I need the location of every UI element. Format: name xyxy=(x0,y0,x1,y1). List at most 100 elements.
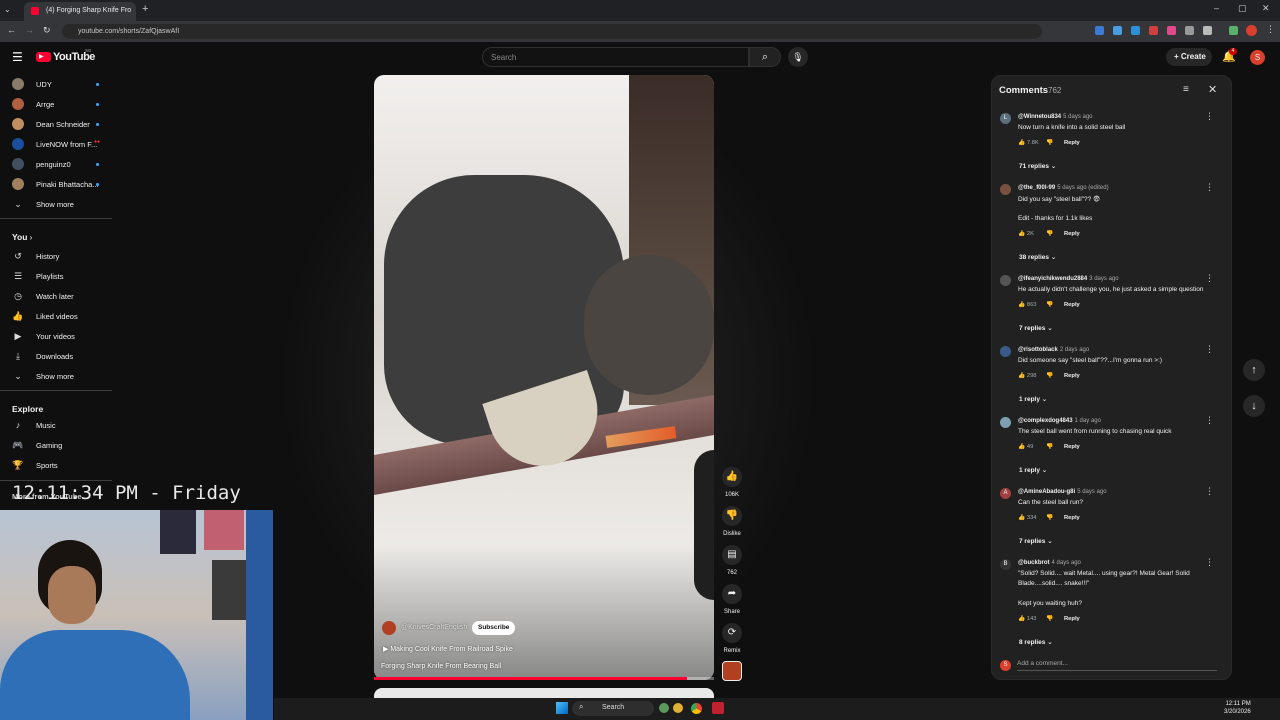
account-avatar[interactable]: S xyxy=(1250,50,1265,65)
dislike-button[interactable]: 👎 xyxy=(1046,140,1064,146)
reply-button[interactable]: Reply xyxy=(1064,373,1080,379)
sidebar-item-your-videos[interactable]: ▶ Your videos xyxy=(0,326,112,346)
sidebar-item-gaming[interactable]: 🎮 Gaming xyxy=(0,435,112,455)
reload-icon[interactable]: ↻ xyxy=(43,25,51,36)
comment-author[interactable]: @complexdog4843 1 day ago xyxy=(1018,418,1101,424)
puzzle-icon[interactable] xyxy=(1203,26,1212,35)
view-replies-button[interactable]: 1 reply ⌄ xyxy=(1019,395,1047,403)
comments-button[interactable]: ▤ xyxy=(722,545,742,565)
sidebar-item-music[interactable]: ♪ Music xyxy=(0,415,112,435)
menu-icon[interactable]: ⋮ xyxy=(1266,24,1275,35)
sidebar-item-history[interactable]: ↺ History xyxy=(0,246,112,266)
sidebar-item-subscription[interactable]: Pinaki Bhattacha... xyxy=(0,174,112,194)
more-options-icon[interactable]: ⋮ xyxy=(1205,557,1214,568)
search-input[interactable]: Search xyxy=(482,47,749,67)
extension-icon[interactable] xyxy=(1131,26,1140,35)
dislike-button[interactable]: 👎 xyxy=(1046,515,1064,521)
sidebar-item-downloads[interactable]: ⤓ Downloads xyxy=(0,346,112,366)
sidebar-item-playlists[interactable]: ☰ Playlists xyxy=(0,266,112,286)
dislike-button[interactable]: 👎 xyxy=(722,506,742,526)
more-options-icon[interactable]: ⋮ xyxy=(1205,415,1214,426)
sidebar-item-subscription[interactable]: Arrge xyxy=(0,94,112,114)
like-button[interactable]: 👍 334 xyxy=(1018,515,1046,521)
show-more-button[interactable]: ⌄ Show more xyxy=(0,366,112,386)
extension-icon[interactable] xyxy=(1185,26,1194,35)
related-video-link[interactable]: ▶ Making Cool Knife From Railroad Spike xyxy=(383,645,513,653)
extension-icon[interactable] xyxy=(1113,26,1122,35)
like-button[interactable]: 👍 xyxy=(722,467,742,487)
dislike-button[interactable]: 👎 xyxy=(1046,616,1064,622)
view-replies-button[interactable]: 7 replies ⌄ xyxy=(1019,324,1053,332)
view-replies-button[interactable]: 8 replies ⌄ xyxy=(1019,638,1053,646)
url-bar[interactable]: youtube.com/shorts/ZafQjaswAfI xyxy=(62,24,1042,39)
system-clock[interactable]: 12:11 PM 3/20/2026 xyxy=(1224,700,1251,716)
commenter-avatar[interactable] xyxy=(1000,417,1011,428)
sidebar-item-subscription[interactable]: UDY xyxy=(0,74,112,94)
sort-icon[interactable]: ≡ xyxy=(1183,84,1189,95)
windows-start-icon[interactable] xyxy=(556,702,568,714)
like-button[interactable]: 👍 49 xyxy=(1018,444,1046,450)
next-short-preview[interactable] xyxy=(374,688,714,698)
remix-button[interactable]: ⟳ xyxy=(722,623,742,643)
comment-author[interactable]: @ifeanyichikwendu2884 3 days ago xyxy=(1018,276,1119,282)
sidebar-item-subscription[interactable]: Dean Schneider xyxy=(0,114,112,134)
app-icon[interactable] xyxy=(659,703,669,713)
commenter-avatar[interactable]: B xyxy=(1000,559,1011,570)
more-options-icon[interactable]: ⋮ xyxy=(1205,486,1214,497)
reply-button[interactable]: Reply xyxy=(1064,444,1080,450)
like-button[interactable]: 👍 7.8K xyxy=(1018,140,1046,146)
comment-author[interactable]: @AmineAbadou-g8i 5 days ago xyxy=(1018,489,1107,495)
new-tab-button[interactable]: + xyxy=(142,3,148,15)
view-replies-button[interactable]: 7 replies ⌄ xyxy=(1019,537,1053,545)
chrome-icon[interactable] xyxy=(691,703,702,714)
sidebar-item-watch-later[interactable]: ◷ Watch later xyxy=(0,286,112,306)
share-button[interactable]: ➦ xyxy=(722,584,742,604)
reply-button[interactable]: Reply xyxy=(1064,616,1080,622)
comment-author[interactable]: @buckbrot 4 days ago xyxy=(1018,560,1081,566)
comment-author[interactable]: @risottoblack 2 days ago xyxy=(1018,347,1089,353)
profile-avatar[interactable] xyxy=(1246,25,1257,36)
like-button[interactable]: 👍 143 xyxy=(1018,616,1046,622)
extension-icon[interactable] xyxy=(1095,26,1104,35)
sidebar-item-liked-videos[interactable]: 👍 Liked videos xyxy=(0,306,112,326)
more-options-icon[interactable]: ⋮ xyxy=(1205,182,1214,193)
minimize-button[interactable]: – xyxy=(1214,3,1219,13)
view-replies-button[interactable]: 1 reply ⌄ xyxy=(1019,466,1047,474)
voice-search-button[interactable]: 🎙 xyxy=(788,47,808,67)
reply-button[interactable]: Reply xyxy=(1064,231,1080,237)
reply-button[interactable]: Reply xyxy=(1064,515,1080,521)
extension-icon[interactable] xyxy=(1229,26,1238,35)
back-icon[interactable]: ← xyxy=(7,25,16,35)
maximize-button[interactable]: ▢ xyxy=(1238,3,1247,14)
more-options-icon[interactable]: ⋮ xyxy=(1205,344,1214,355)
dislike-button[interactable]: 👎 xyxy=(1046,373,1064,379)
channel-avatar[interactable] xyxy=(382,621,396,635)
app-icon[interactable] xyxy=(712,702,724,714)
view-replies-button[interactable]: 71 replies ⌄ xyxy=(1019,162,1056,170)
extension-icon[interactable] xyxy=(1167,26,1176,35)
like-button[interactable]: 👍 2K xyxy=(1018,231,1046,237)
short-video-player[interactable] xyxy=(374,75,714,680)
dislike-button[interactable]: 👎 xyxy=(1046,302,1064,308)
hamburger-icon[interactable]: ☰ xyxy=(12,50,23,64)
you-section-title[interactable]: You › xyxy=(12,232,32,242)
dislike-button[interactable]: 👎 xyxy=(1046,444,1064,450)
add-comment-input[interactable]: Add a comment... xyxy=(1017,660,1217,671)
search-button[interactable]: ⌕ xyxy=(749,47,781,67)
view-replies-button[interactable]: 38 replies ⌄ xyxy=(1019,253,1056,261)
dislike-button[interactable]: 👎 xyxy=(1046,231,1064,237)
commenter-avatar[interactable] xyxy=(1000,184,1011,195)
extension-icon[interactable] xyxy=(1149,26,1158,35)
taskbar-search[interactable]: Search xyxy=(572,701,654,716)
reply-button[interactable]: Reply xyxy=(1064,140,1080,146)
commenter-avatar[interactable] xyxy=(1000,275,1011,286)
comment-author[interactable]: @the_f00l-99 5 days ago (edited) xyxy=(1018,185,1109,191)
previous-short-button[interactable]: ↑ xyxy=(1243,359,1265,381)
close-window-button[interactable]: ✕ xyxy=(1262,3,1270,14)
sidebar-item-subscription[interactable]: LiveNOW from F... ●● xyxy=(0,134,112,154)
sidebar-item-subscription[interactable]: penguinz0 xyxy=(0,154,112,174)
subscribe-button[interactable]: Subscribe xyxy=(472,621,516,635)
like-button[interactable]: 👍 298 xyxy=(1018,373,1046,379)
commenter-avatar[interactable] xyxy=(1000,346,1011,357)
close-icon[interactable]: ✕ xyxy=(1208,83,1217,96)
